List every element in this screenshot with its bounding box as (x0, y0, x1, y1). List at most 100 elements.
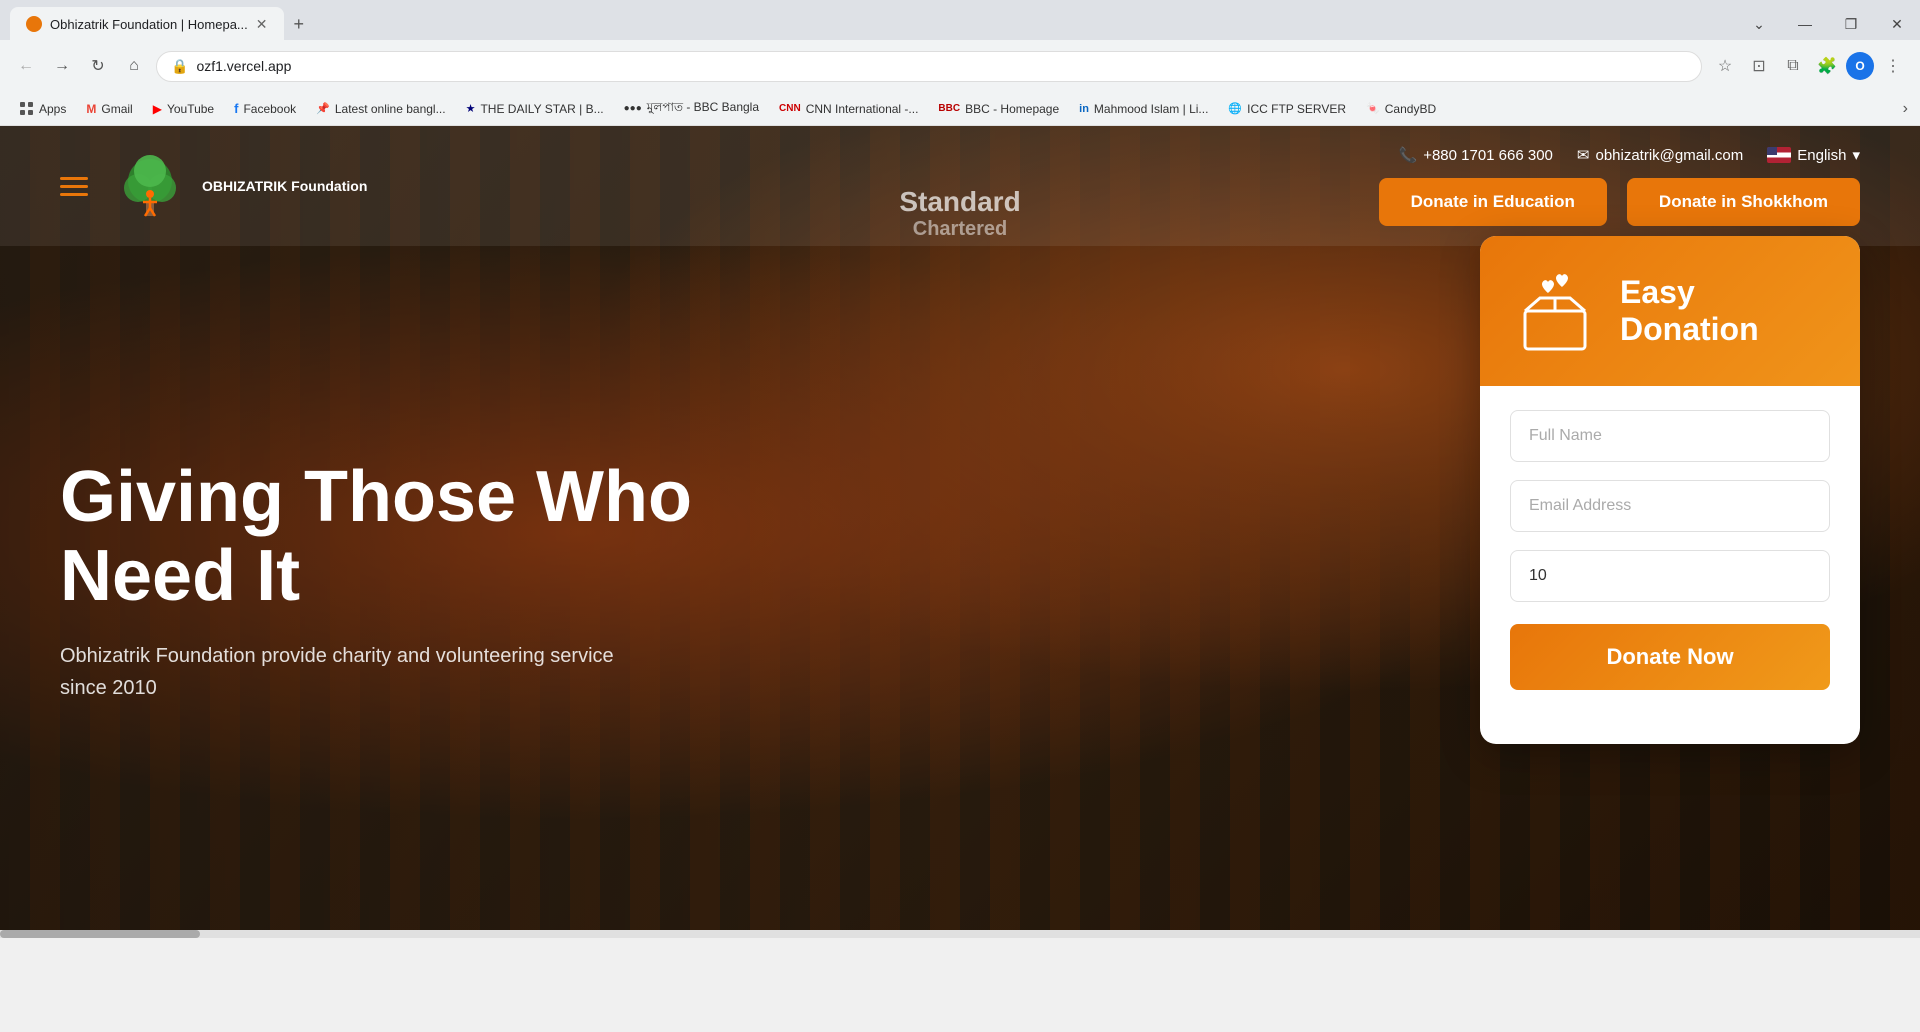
bbc-bangla-icon: ●●● (624, 103, 642, 114)
bookmark-bbc[interactable]: BBC BBC - Homepage (930, 99, 1067, 119)
hamburger-line-2 (60, 185, 88, 188)
candy-icon: 🍬 (1366, 102, 1380, 115)
facebook-icon: f (234, 101, 238, 116)
active-tab[interactable]: Obhizatrik Foundation | Homepa... ✕ (10, 7, 284, 41)
donate-buttons: Donate in Education Donate in Shokkhom (1379, 178, 1860, 226)
more-bookmarks-button[interactable]: › (1903, 100, 1908, 118)
nav-right: 📞 +880 1701 666 300 ✉ obhizatrik@gmail.c… (1379, 146, 1860, 226)
bookmark-mahmood[interactable]: in Mahmood Islam | Li... (1071, 99, 1216, 119)
security-icon: 🔒 (171, 58, 188, 75)
address-actions: ☆ ⊡ ⧉ 🧩 O ⋮ (1710, 51, 1908, 81)
bookmark-cnn[interactable]: CNN CNN International -... (771, 99, 926, 119)
bbc-icon: BBC (938, 103, 960, 114)
flag-icon (1767, 147, 1791, 163)
bookmark-apps-label: Apps (39, 102, 66, 116)
language-selector[interactable]: English ▾ (1767, 146, 1860, 164)
bookmark-facebook[interactable]: f Facebook (226, 98, 304, 119)
bookmark-bbc-bangla[interactable]: ●●● মুলপাত - BBC Bangla (616, 96, 767, 122)
icc-icon: 🌐 (1228, 102, 1242, 115)
menu-button[interactable]: ⋮ (1878, 51, 1908, 81)
bookmark-cnn-label: CNN International -... (806, 102, 919, 116)
scrollbar-track (0, 930, 1920, 938)
donation-icon (1510, 266, 1600, 356)
card-title: Easy Donation (1620, 274, 1830, 348)
tab-search-button[interactable]: ⧉ (1778, 51, 1808, 81)
logo-area: OBHIZATRIK Foundation (60, 146, 367, 226)
extensions-button[interactable]: 🧩 (1812, 51, 1842, 81)
profile-avatar[interactable]: O (1846, 52, 1874, 80)
bookmark-bangl[interactable]: 📌 Latest online bangl... (308, 99, 453, 119)
hero-title: Giving Those Who Need It (60, 458, 760, 616)
flag-canton (1767, 147, 1777, 155)
hamburger-line-3 (60, 193, 88, 196)
tab-title: Obhizatrik Foundation | Homepa... (50, 17, 248, 32)
bookmark-icc-label: ICC FTP SERVER (1247, 102, 1346, 116)
email-input[interactable] (1510, 480, 1830, 532)
page-wrapper: Standard Chartered (0, 126, 1920, 938)
phone-icon: 📞 (1399, 146, 1418, 164)
amount-input[interactable] (1510, 550, 1830, 602)
full-name-input[interactable] (1510, 410, 1830, 462)
bookmark-facebook-label: Facebook (243, 102, 296, 116)
youtube-icon: ▶ (153, 102, 162, 116)
tab-close-button[interactable]: ✕ (256, 16, 268, 33)
hamburger-menu[interactable] (60, 177, 88, 196)
bookmark-bangl-label: Latest online bangl... (335, 102, 446, 116)
hero-subtitle: Obhizatrik Foundation provide charity an… (60, 640, 660, 704)
phone-number: +880 1701 666 300 (1423, 147, 1553, 164)
hamburger-line-1 (60, 177, 88, 180)
bookmark-candy-label: CandyBD (1385, 102, 1436, 116)
top-nav: OBHIZATRIK Foundation 📞 +880 1701 666 30… (0, 126, 1920, 246)
tab-bar: Obhizatrik Foundation | Homepa... ✕ + ⌄ … (0, 0, 1920, 40)
chevron-down-icon: ▾ (1852, 146, 1860, 164)
bookmark-apps[interactable]: Apps (12, 99, 74, 119)
bookmark-mahmood-label: Mahmood Islam | Li... (1094, 102, 1209, 116)
contact-row: 📞 +880 1701 666 300 ✉ obhizatrik@gmail.c… (1399, 146, 1861, 164)
donate-shokkhom-button[interactable]: Donate in Shokkhom (1627, 178, 1860, 226)
linkedin-icon: in (1079, 103, 1089, 115)
bookmark-dailystar-label: THE DAILY STAR | B... (480, 102, 603, 116)
browser-chrome: Obhizatrik Foundation | Homepa... ✕ + ⌄ … (0, 0, 1920, 126)
tab-favicon (26, 16, 42, 32)
scrollbar-thumb[interactable] (0, 930, 200, 938)
close-button[interactable]: ✕ (1874, 4, 1920, 44)
reader-mode-button[interactable]: ⊡ (1744, 51, 1774, 81)
bangl-icon: 📌 (316, 102, 330, 115)
dailystar-icon: ★ (466, 102, 476, 115)
minimize-button[interactable]: — (1782, 4, 1828, 44)
card-form: Donate Now (1480, 386, 1860, 714)
bookmark-bbc-bangla-label: মুলপাত - BBC Bangla (647, 99, 759, 119)
bookmark-gmail[interactable]: M Gmail (78, 99, 140, 119)
gmail-icon: M (86, 102, 96, 116)
new-tab-button[interactable]: + (284, 10, 315, 39)
cnn-icon: CNN (779, 103, 801, 114)
refresh-button[interactable]: ↻ (84, 52, 112, 80)
bookmarks-bar: Apps M Gmail ▶ YouTube f Facebook 📌 Late… (0, 92, 1920, 126)
donation-card: Easy Donation Donate Now (1480, 236, 1860, 744)
card-header: Easy Donation (1480, 236, 1860, 386)
forward-button[interactable]: → (48, 52, 76, 80)
bookmark-youtube-label: YouTube (167, 102, 214, 116)
bookmark-youtube[interactable]: ▶ YouTube (145, 99, 222, 119)
home-button[interactable]: ⌂ (120, 52, 148, 80)
tab-list-button[interactable]: ⌄ (1736, 4, 1782, 44)
bookmark-icc[interactable]: 🌐 ICC FTP SERVER (1220, 99, 1354, 119)
bookmark-bbc-label: BBC - Homepage (965, 102, 1059, 116)
maximize-button[interactable]: ❐ (1828, 4, 1874, 44)
bookmark-star-button[interactable]: ☆ (1710, 51, 1740, 81)
email-contact: ✉ obhizatrik@gmail.com (1577, 146, 1743, 164)
email-address: obhizatrik@gmail.com (1595, 147, 1743, 164)
window-controls: ⌄ — ❐ ✕ (1736, 4, 1920, 44)
url-text: ozf1.vercel.app (196, 58, 291, 74)
hero-content: Giving Those Who Need It Obhizatrik Foun… (60, 458, 760, 704)
bookmark-dailystar[interactable]: ★ THE DAILY STAR | B... (458, 99, 612, 119)
donate-education-button[interactable]: Donate in Education (1379, 178, 1607, 226)
logo-tree-svg (110, 146, 190, 226)
url-bar[interactable]: 🔒 ozf1.vercel.app (156, 51, 1702, 82)
donate-now-button[interactable]: Donate Now (1510, 624, 1830, 690)
bookmark-gmail-label: Gmail (101, 102, 132, 116)
phone-contact: 📞 +880 1701 666 300 (1399, 146, 1553, 164)
bookmark-candy[interactable]: 🍬 CandyBD (1358, 99, 1444, 119)
email-icon: ✉ (1577, 146, 1590, 164)
back-button[interactable]: ← (12, 52, 40, 80)
